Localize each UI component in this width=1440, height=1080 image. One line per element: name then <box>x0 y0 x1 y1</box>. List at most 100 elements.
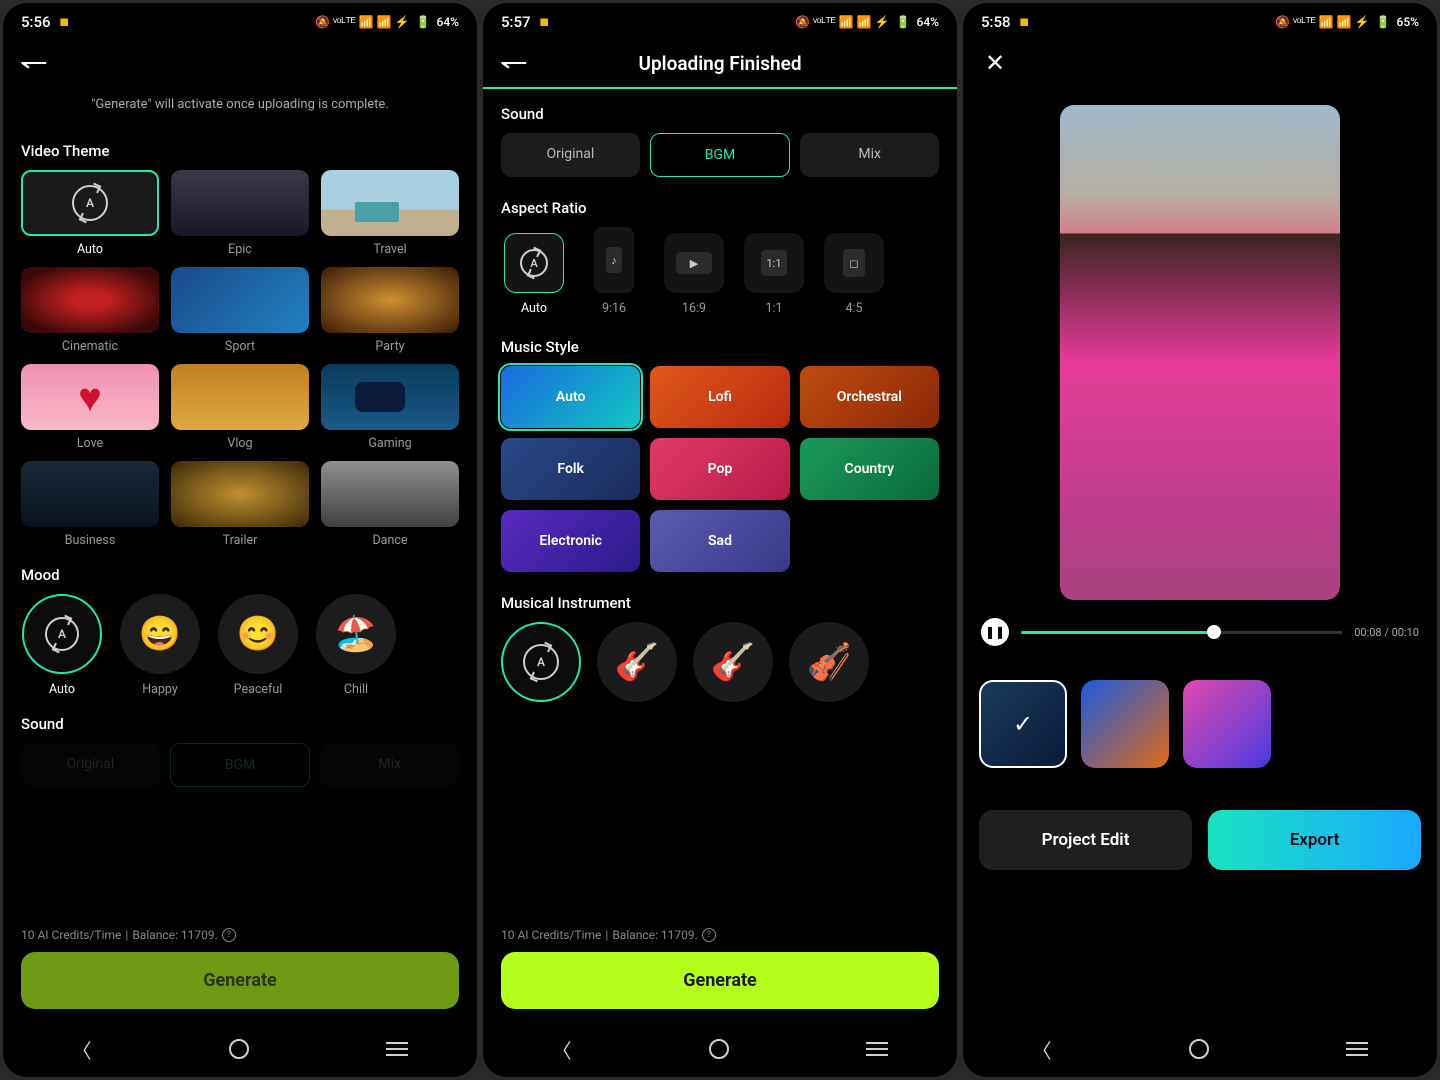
theme-trailer[interactable]: Trailer <box>171 461 309 548</box>
aspect-11[interactable]: 1:11:1 <box>741 233 807 316</box>
status-indicators: 🔕 ᵛᵒᴸᵀᴱ 📶 📶 ⚡ <box>795 15 889 29</box>
result-thumb-2[interactable] <box>1183 680 1271 768</box>
sound-original[interactable]: Original <box>21 743 160 787</box>
binance-icon: ◆ <box>54 13 73 32</box>
mood-row: AAuto😄Happy😊Peaceful🏖️Chill <box>21 594 459 697</box>
theme-cinematic[interactable]: Cinematic <box>21 267 159 354</box>
sound-mix[interactable]: Mix <box>800 133 939 177</box>
music-lofi[interactable]: Lofi <box>650 366 789 428</box>
theme-auto[interactable]: AAuto <box>21 170 159 257</box>
help-icon[interactable]: ? <box>222 928 236 942</box>
theme-label: Auto <box>77 242 103 257</box>
sound-label-s1: Sound <box>21 715 459 733</box>
nav-back-icon[interactable]: 〈 <box>1032 1035 1052 1064</box>
back-button[interactable]: ↽ <box>20 48 48 78</box>
nav-home-icon[interactable] <box>1189 1039 1209 1059</box>
video-preview[interactable] <box>1060 105 1340 600</box>
aspect-916[interactable]: ♪9:16 <box>581 227 647 316</box>
seek-knob[interactable] <box>1207 625 1221 639</box>
sound-bgm[interactable]: BGM <box>650 133 791 177</box>
theme-party[interactable]: Party <box>321 267 459 354</box>
instrument-auto[interactable]: A <box>501 622 581 702</box>
instrument-violin[interactable]: 🎻 <box>789 622 869 702</box>
battery-icon: 🔋 <box>1376 15 1391 29</box>
sound-original[interactable]: Original <box>501 133 640 177</box>
credits-info: 10 AI Credits/Time| Balance: 11709. ? <box>21 922 459 948</box>
close-button[interactable]: ✕ <box>979 49 1011 77</box>
instrument-electric[interactable]: 🎸 <box>693 622 773 702</box>
screen-1: 5:56◆ 🔕 ᵛᵒᴸᵀᴱ 📶 📶 ⚡🔋64% ↽ "Generate" wil… <box>3 3 477 1077</box>
android-navbar: 〈 <box>3 1021 477 1077</box>
mood-peaceful[interactable]: 😊Peaceful <box>217 594 299 697</box>
generate-button[interactable]: Generate <box>21 952 459 1009</box>
theme-label: Travel <box>373 242 406 257</box>
nav-home-icon[interactable] <box>709 1039 729 1059</box>
theme-epic[interactable]: Epic <box>171 170 309 257</box>
time-display: 00:08 / 00:10 <box>1354 626 1419 639</box>
music-folk[interactable]: Folk <box>501 438 640 500</box>
aspect-auto[interactable]: AAuto <box>501 233 567 316</box>
theme-love[interactable]: Love <box>21 364 159 451</box>
status-bar: 5:57◆ 🔕 ᵛᵒᴸᵀᴱ 📶 📶 ⚡🔋64% <box>483 3 957 37</box>
nav-recents-icon[interactable] <box>866 1042 888 1056</box>
sound-bgm[interactable]: BGM <box>170 743 311 787</box>
android-navbar: 〈 <box>483 1021 957 1077</box>
theme-business[interactable]: Business <box>21 461 159 548</box>
music-electronic[interactable]: Electronic <box>501 510 640 572</box>
generate-button[interactable]: Generate <box>501 952 939 1009</box>
video-theme-label: Video Theme <box>21 142 459 160</box>
project-edit-button[interactable]: Project Edit <box>979 810 1192 870</box>
theme-label: Cinematic <box>62 339 118 354</box>
mood-happy[interactable]: 😄Happy <box>119 594 201 697</box>
theme-label: Gaming <box>368 436 411 451</box>
theme-dance[interactable]: Dance <box>321 461 459 548</box>
music-country[interactable]: Country <box>800 438 939 500</box>
instrument-acoustic[interactable]: 🎸 <box>597 622 677 702</box>
music-sad[interactable]: Sad <box>650 510 789 572</box>
mood-label: Mood <box>21 566 459 584</box>
nav-home-icon[interactable] <box>229 1039 249 1059</box>
screen-3: 5:58◆ 🔕 ᵛᵒᴸᵀᴱ 📶 📶 ⚡🔋65% ✕ ❚❚ 00:08 / 00:… <box>963 3 1437 1077</box>
theme-label: Epic <box>228 242 252 257</box>
clock: 5:58 <box>981 13 1011 31</box>
screen-2: 5:57◆ 🔕 ᵛᵒᴸᵀᴱ 📶 📶 ⚡🔋64% ↽ Uploading Fini… <box>483 3 957 1077</box>
help-icon[interactable]: ? <box>702 928 716 942</box>
theme-gaming[interactable]: Gaming <box>321 364 459 451</box>
music-pop[interactable]: Pop <box>650 438 789 500</box>
theme-vlog[interactable]: Vlog <box>171 364 309 451</box>
theme-label: Party <box>375 339 404 354</box>
music-orchestral[interactable]: Orchestral <box>800 366 939 428</box>
sound-label-s2: Sound <box>501 105 939 123</box>
status-bar: 5:58◆ 🔕 ᵛᵒᴸᵀᴱ 📶 📶 ⚡🔋65% <box>963 3 1437 37</box>
battery-pct: 64% <box>917 15 939 29</box>
music-auto[interactable]: Auto <box>501 366 640 428</box>
battery-icon: 🔋 <box>896 15 911 29</box>
mood-chill[interactable]: 🏖️Chill <box>315 594 397 697</box>
nav-back-icon[interactable]: 〈 <box>552 1035 572 1064</box>
battery-icon: 🔋 <box>416 15 431 29</box>
check-icon: ✓ <box>981 682 1065 766</box>
theme-travel[interactable]: Travel <box>321 170 459 257</box>
nav-recents-icon[interactable] <box>1346 1042 1368 1056</box>
result-thumb-1[interactable] <box>1081 680 1169 768</box>
pause-button[interactable]: ❚❚ <box>981 618 1009 646</box>
nav-recents-icon[interactable] <box>386 1042 408 1056</box>
back-button[interactable]: ↽ <box>500 48 528 78</box>
header: ↽ Uploading Finished <box>483 37 957 87</box>
theme-sport[interactable]: Sport <box>171 267 309 354</box>
page-title: Uploading Finished <box>638 52 801 75</box>
status-bar: 5:56◆ 🔕 ᵛᵒᴸᵀᴱ 📶 📶 ⚡🔋64% <box>3 3 477 37</box>
export-button[interactable]: Export <box>1208 810 1421 870</box>
result-thumb-0[interactable]: ✓ <box>979 680 1067 768</box>
battery-pct: 65% <box>1397 15 1419 29</box>
sound-mix[interactable]: Mix <box>320 743 459 787</box>
theme-label: Trailer <box>223 533 258 548</box>
seek-track[interactable] <box>1021 631 1342 634</box>
theme-label: Business <box>65 533 116 548</box>
mood-auto[interactable]: AAuto <box>21 594 103 697</box>
android-navbar: 〈 <box>963 1021 1437 1077</box>
aspect-45[interactable]: ◻4:5 <box>821 233 887 316</box>
nav-back-icon[interactable]: 〈 <box>72 1035 92 1064</box>
music-style-label: Music Style <box>501 338 939 356</box>
aspect-169[interactable]: ▶16:9 <box>661 233 727 316</box>
